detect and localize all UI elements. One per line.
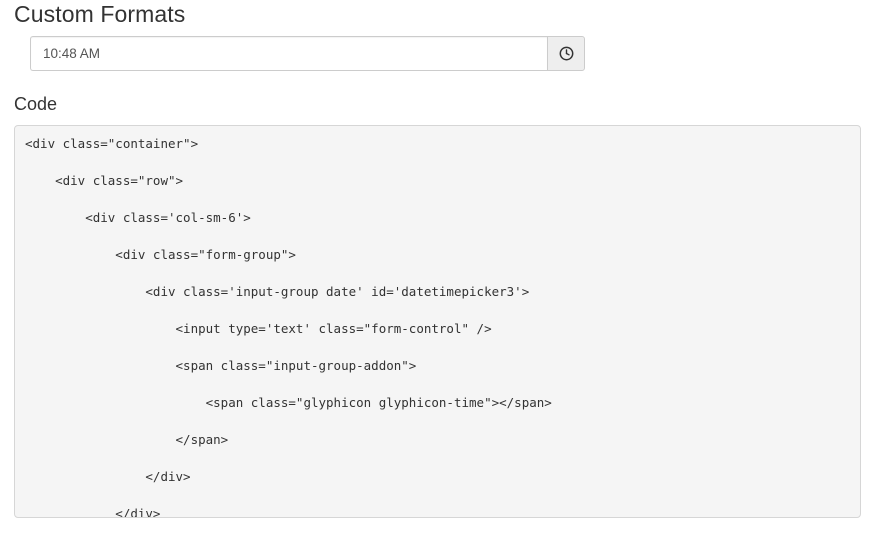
datetimepicker-input-group	[30, 36, 585, 71]
code-content: <div class="container"> <div class="row"…	[25, 135, 850, 518]
clock-addon-button[interactable]	[547, 36, 585, 71]
code-line: <div class="row">	[25, 173, 184, 188]
code-line: </div>	[25, 506, 161, 518]
code-block: <div class="container"> <div class="row"…	[14, 125, 861, 518]
code-line: <span class="input-group-addon">	[25, 358, 417, 373]
code-line: <div class='input-group date' id='dateti…	[25, 284, 530, 299]
page-root: Custom Formats Code <div class="containe…	[0, 0, 872, 533]
code-line: </span>	[25, 432, 229, 447]
code-line: </div>	[25, 469, 191, 484]
code-line: <span class="glyphicon glyphicon-time"><…	[25, 395, 552, 410]
page-title: Custom Formats	[14, 1, 186, 27]
code-line: <div class="container">	[25, 136, 199, 151]
code-section-title: Code	[14, 94, 58, 114]
clock-icon	[559, 46, 574, 61]
code-line: <input type='text' class="form-control" …	[25, 321, 492, 336]
time-input[interactable]	[30, 36, 547, 71]
code-line: <div class='col-sm-6'>	[25, 210, 251, 225]
code-line: <div class="form-group">	[25, 247, 296, 262]
